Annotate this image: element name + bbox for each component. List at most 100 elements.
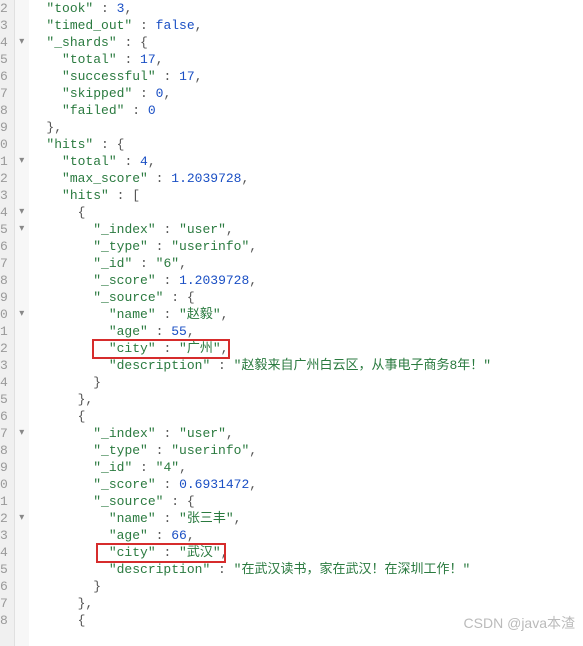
- fold-spacer: [15, 374, 29, 391]
- line-number: 5: [0, 51, 10, 68]
- fold-spacer: [15, 544, 29, 561]
- code-line[interactable]: "failed" : 0: [31, 102, 583, 119]
- code-line[interactable]: },: [31, 595, 583, 612]
- code-line[interactable]: "city" : "武汉",: [31, 544, 583, 561]
- code-line[interactable]: "_shards" : {: [31, 34, 583, 51]
- fold-toggle-icon[interactable]: ▾: [15, 34, 29, 51]
- fold-toggle-icon[interactable]: ▾: [15, 153, 29, 170]
- fold-spacer: [15, 340, 29, 357]
- fold-toggle-icon[interactable]: ▾: [15, 425, 29, 442]
- line-number: 1: [0, 153, 10, 170]
- line-number: 8: [0, 612, 10, 629]
- fold-spacer: [15, 272, 29, 289]
- line-number: 4: [0, 34, 10, 51]
- line-number: 7: [0, 85, 10, 102]
- line-number: 7: [0, 255, 10, 272]
- code-line[interactable]: "took" : 3,: [31, 0, 583, 17]
- fold-spacer: [15, 102, 29, 119]
- code-area[interactable]: "took" : 3, "timed_out" : false, "_shard…: [29, 0, 583, 646]
- code-line[interactable]: "city" : "广州",: [31, 340, 583, 357]
- code-line[interactable]: },: [31, 119, 583, 136]
- code-line[interactable]: "skipped" : 0,: [31, 85, 583, 102]
- line-number: 9: [0, 459, 10, 476]
- line-number: 1: [0, 323, 10, 340]
- fold-spacer: [15, 612, 29, 629]
- code-line[interactable]: "description" : "赵毅来自广州白云区，从事电子商务8年！": [31, 357, 583, 374]
- code-line[interactable]: "_index" : "user",: [31, 221, 583, 238]
- fold-spacer: [15, 561, 29, 578]
- code-line[interactable]: }: [31, 374, 583, 391]
- code-line[interactable]: "total" : 17,: [31, 51, 583, 68]
- fold-spacer: [15, 187, 29, 204]
- code-line[interactable]: "age" : 66,: [31, 527, 583, 544]
- fold-toggle-icon[interactable]: ▾: [15, 204, 29, 221]
- code-line[interactable]: "age" : 55,: [31, 323, 583, 340]
- code-line[interactable]: "_score" : 0.6931472,: [31, 476, 583, 493]
- code-line[interactable]: "total" : 4,: [31, 153, 583, 170]
- code-line[interactable]: "name" : "赵毅",: [31, 306, 583, 323]
- code-line[interactable]: "_id" : "6",: [31, 255, 583, 272]
- fold-spacer: [15, 136, 29, 153]
- code-line[interactable]: {: [31, 204, 583, 221]
- line-number: 2: [0, 340, 10, 357]
- code-line[interactable]: "successful" : 17,: [31, 68, 583, 85]
- json-editor: 2345678901234567890123456789012345678 ▾▾…: [0, 0, 583, 646]
- fold-spacer: [15, 408, 29, 425]
- code-line[interactable]: "_index" : "user",: [31, 425, 583, 442]
- line-number: 3: [0, 187, 10, 204]
- line-number: 7: [0, 425, 10, 442]
- code-line[interactable]: "timed_out" : false,: [31, 17, 583, 34]
- fold-spacer: [15, 391, 29, 408]
- line-number: 2: [0, 0, 10, 17]
- fold-spacer: [15, 51, 29, 68]
- code-line[interactable]: "hits" : {: [31, 136, 583, 153]
- code-line[interactable]: "name" : "张三丰",: [31, 510, 583, 527]
- code-line[interactable]: "_id" : "4",: [31, 459, 583, 476]
- fold-spacer: [15, 68, 29, 85]
- fold-toggle-icon[interactable]: ▾: [15, 510, 29, 527]
- line-number: 6: [0, 238, 10, 255]
- code-line[interactable]: "_type" : "userinfo",: [31, 238, 583, 255]
- fold-column[interactable]: ▾▾▾▾▾▾▾: [15, 0, 29, 646]
- line-number: 4: [0, 204, 10, 221]
- fold-spacer: [15, 493, 29, 510]
- line-number: 3: [0, 357, 10, 374]
- line-number: 5: [0, 221, 10, 238]
- line-number: 3: [0, 527, 10, 544]
- fold-spacer: [15, 119, 29, 136]
- code-line[interactable]: {: [31, 408, 583, 425]
- code-line[interactable]: "description" : "在武汉读书，家在武汉！在深圳工作！": [31, 561, 583, 578]
- code-line[interactable]: "_source" : {: [31, 493, 583, 510]
- fold-spacer: [15, 255, 29, 272]
- fold-spacer: [15, 85, 29, 102]
- line-number: 5: [0, 561, 10, 578]
- line-number: 7: [0, 595, 10, 612]
- line-number: 4: [0, 544, 10, 561]
- line-number: 5: [0, 391, 10, 408]
- fold-spacer: [15, 323, 29, 340]
- fold-spacer: [15, 289, 29, 306]
- fold-spacer: [15, 476, 29, 493]
- line-number: 8: [0, 102, 10, 119]
- line-number: 3: [0, 17, 10, 34]
- code-line[interactable]: }: [31, 578, 583, 595]
- line-number: 6: [0, 578, 10, 595]
- fold-spacer: [15, 17, 29, 34]
- fold-toggle-icon[interactable]: ▾: [15, 221, 29, 238]
- code-line[interactable]: {: [31, 612, 583, 629]
- code-line[interactable]: "_score" : 1.2039728,: [31, 272, 583, 289]
- line-number: 4: [0, 374, 10, 391]
- fold-spacer: [15, 442, 29, 459]
- fold-spacer: [15, 357, 29, 374]
- line-number: 8: [0, 442, 10, 459]
- code-line[interactable]: "hits" : [: [31, 187, 583, 204]
- fold-toggle-icon[interactable]: ▾: [15, 306, 29, 323]
- fold-spacer: [15, 238, 29, 255]
- code-line[interactable]: "_type" : "userinfo",: [31, 442, 583, 459]
- code-line[interactable]: "_source" : {: [31, 289, 583, 306]
- code-line[interactable]: "max_score" : 1.2039728,: [31, 170, 583, 187]
- fold-spacer: [15, 578, 29, 595]
- line-number: 0: [0, 306, 10, 323]
- code-line[interactable]: },: [31, 391, 583, 408]
- line-number: 6: [0, 408, 10, 425]
